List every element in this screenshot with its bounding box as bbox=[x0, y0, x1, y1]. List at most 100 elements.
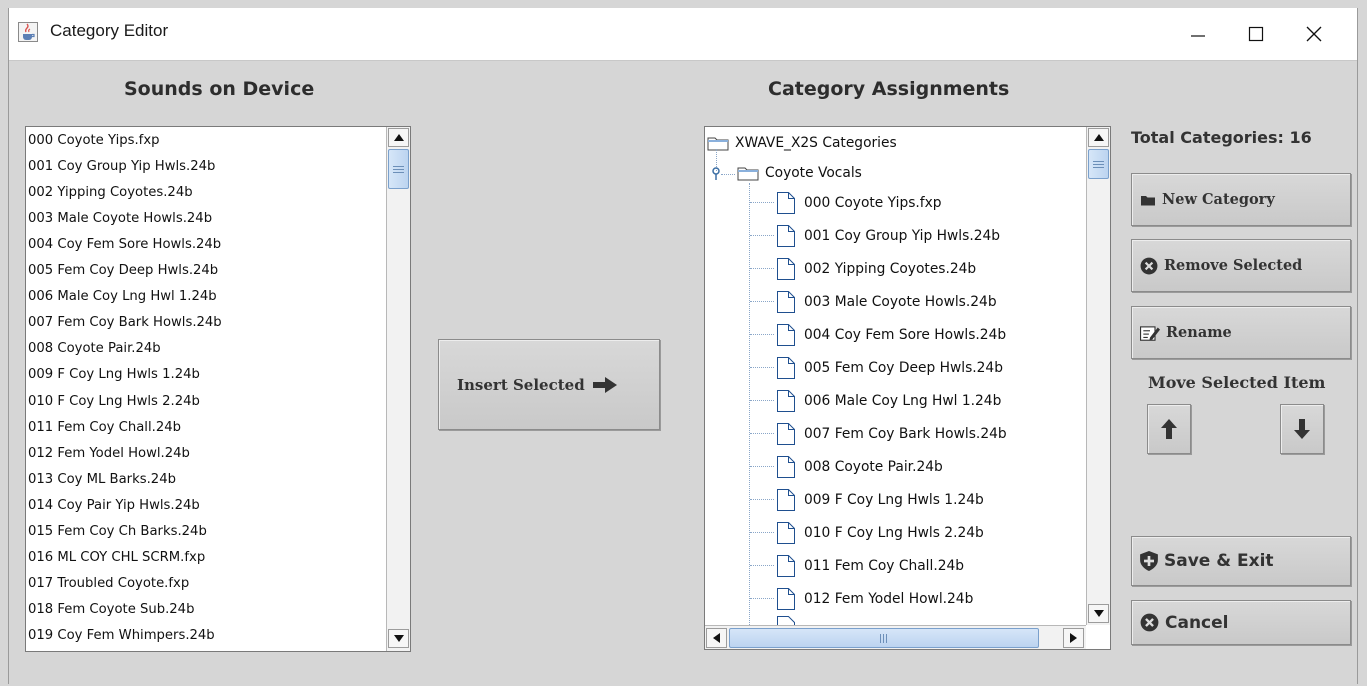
tree-vscrollbar[interactable] bbox=[1086, 127, 1110, 625]
tree-line bbox=[750, 367, 774, 369]
scroll-corner bbox=[1086, 625, 1110, 649]
tree-root-label: XWAVE_X2S Categories bbox=[735, 135, 897, 151]
tree-sound-label: 000 Coyote Yips.fxp bbox=[804, 195, 942, 211]
tree-category-node[interactable]: Coyote Vocals bbox=[737, 157, 862, 189]
category-tree[interactable]: XWAVE_X2S Categories Coyote Vocals 000 C… bbox=[704, 126, 1111, 650]
document-icon bbox=[777, 258, 795, 280]
rename-button[interactable]: Rename bbox=[1131, 306, 1351, 359]
tree-hscroll-thumb[interactable] bbox=[729, 628, 1039, 648]
sound-list-item[interactable]: 015 Fem Coy Ch Barks.24b bbox=[28, 519, 207, 545]
tree-root-node[interactable]: XWAVE_X2S Categories bbox=[707, 127, 897, 159]
maximize-icon bbox=[1248, 26, 1264, 42]
sound-list-item[interactable]: 000 Coyote Yips.fxp bbox=[28, 128, 160, 154]
new-category-button[interactable]: New Category bbox=[1131, 173, 1351, 226]
remove-selected-button[interactable]: Remove Selected bbox=[1131, 239, 1351, 292]
tree-sound-item[interactable]: 002 Yipping Coyotes.24b bbox=[777, 253, 976, 285]
assignments-heading: Category Assignments bbox=[768, 78, 1010, 100]
sound-list-item[interactable]: 013 Coy ML Barks.24b bbox=[28, 467, 176, 493]
save-exit-label: Save & Exit bbox=[1164, 551, 1274, 571]
tree-sound-item[interactable]: 007 Fem Coy Bark Howls.24b bbox=[777, 418, 1007, 450]
document-icon bbox=[777, 390, 795, 412]
tree-line bbox=[750, 334, 774, 336]
document-icon bbox=[777, 225, 795, 247]
tree-scroll-thumb[interactable] bbox=[1088, 149, 1109, 179]
tree-sound-item[interactable]: 005 Fem Coy Deep Hwls.24b bbox=[777, 352, 1003, 384]
document-icon bbox=[777, 522, 795, 544]
tree-sound-label: 009 F Coy Lng Hwls 1.24b bbox=[804, 492, 984, 508]
sound-list-item[interactable]: 006 Male Coy Lng Hwl 1.24b bbox=[28, 284, 217, 310]
sound-list-item[interactable]: 017 Troubled Coyote.fxp bbox=[28, 571, 189, 597]
sound-list-item[interactable]: 011 Fem Coy Chall.24b bbox=[28, 415, 181, 441]
minimize-button[interactable] bbox=[1168, 8, 1228, 60]
sounds-list[interactable]: 000 Coyote Yips.fxp 001 Coy Group Yip Hwl… bbox=[25, 126, 411, 652]
sounds-heading: Sounds on Device bbox=[124, 78, 315, 100]
tree-sound-label: 012 Fem Yodel Howl.24b bbox=[804, 591, 974, 607]
triangle-down-icon bbox=[1093, 610, 1104, 617]
insert-selected-label: Insert Selected bbox=[457, 375, 585, 394]
tree-sound-label: 010 F Coy Lng Hwls 2.24b bbox=[804, 525, 984, 541]
tree-hscrollbar[interactable] bbox=[705, 625, 1086, 649]
tree-sound-label: 008 Coyote Pair.24b bbox=[804, 459, 943, 475]
tree-sound-item[interactable]: 010 F Coy Lng Hwls 2.24b bbox=[777, 517, 984, 549]
folder-icon bbox=[737, 167, 759, 181]
tree-sound-item[interactable]: 000 Coyote Yips.fxp bbox=[777, 187, 942, 219]
tree-scroll-up-button[interactable] bbox=[1088, 128, 1109, 147]
move-down-button[interactable] bbox=[1280, 404, 1324, 454]
tree-scroll-down-button[interactable] bbox=[1088, 604, 1109, 623]
java-cup-icon bbox=[18, 22, 38, 42]
arrow-right-icon bbox=[592, 376, 617, 393]
tree-line bbox=[750, 268, 774, 270]
triangle-up-icon bbox=[393, 134, 404, 141]
document-icon bbox=[777, 291, 795, 313]
tree-sound-item[interactable]: 004 Coy Fem Sore Howls.24b bbox=[777, 319, 1006, 351]
sound-list-item[interactable]: 018 Fem Coyote Sub.24b bbox=[28, 597, 194, 623]
triangle-up-icon bbox=[1093, 134, 1104, 141]
sound-list-item[interactable]: 005 Fem Coy Deep Hwls.24b bbox=[28, 258, 218, 284]
sound-list-item[interactable]: 016 ML COY CHL SCRM.fxp bbox=[28, 545, 205, 571]
tree-sound-item[interactable]: 008 Coyote Pair.24b bbox=[777, 451, 943, 483]
cancel-button[interactable]: Cancel bbox=[1131, 600, 1351, 645]
tree-sound-item[interactable]: 001 Coy Group Yip Hwls.24b bbox=[777, 220, 1000, 252]
cancel-label: Cancel bbox=[1165, 612, 1229, 633]
sound-list-item[interactable]: 010 F Coy Lng Hwls 2.24b bbox=[28, 389, 200, 415]
maximize-button[interactable] bbox=[1226, 8, 1286, 60]
scroll-thumb[interactable] bbox=[388, 149, 409, 189]
tree-sound-item[interactable]: 006 Male Coy Lng Hwl 1.24b bbox=[777, 385, 1001, 417]
tree-scroll-right-button[interactable] bbox=[1063, 628, 1084, 648]
triangle-right-icon bbox=[1070, 633, 1077, 643]
sound-list-item[interactable]: 001 Coy Group Yip Hwls.24b bbox=[28, 154, 215, 180]
scroll-down-button[interactable] bbox=[388, 629, 409, 648]
document-icon bbox=[777, 555, 795, 577]
tree-scroll-left-button[interactable] bbox=[706, 628, 727, 648]
tree-sound-item[interactable]: 011 Fem Coy Chall.24b bbox=[777, 550, 964, 582]
sound-list-item[interactable]: 012 Fem Yodel Howl.24b bbox=[28, 441, 190, 467]
tree-sound-item[interactable]: 012 Fem Yodel Howl.24b bbox=[777, 583, 973, 615]
sound-list-item[interactable]: 002 Yipping Coyotes.24b bbox=[28, 180, 193, 206]
tree-sound-item[interactable]: 003 Male Coyote Howls.24b bbox=[777, 286, 997, 318]
shield-plus-icon bbox=[1140, 551, 1158, 571]
tree-line bbox=[750, 301, 774, 303]
close-button[interactable] bbox=[1284, 8, 1344, 60]
triangle-down-icon bbox=[393, 635, 404, 642]
rename-label: Rename bbox=[1166, 324, 1232, 341]
document-icon bbox=[777, 588, 795, 610]
sound-list-item[interactable]: 009 F Coy Lng Hwls 1.24b bbox=[28, 362, 200, 388]
move-up-button[interactable] bbox=[1147, 404, 1191, 454]
sound-list-item[interactable]: 008 Coyote Pair.24b bbox=[28, 336, 161, 362]
arrow-down-icon bbox=[1294, 419, 1310, 439]
sound-list-item[interactable]: 007 Fem Coy Bark Howls.24b bbox=[28, 310, 222, 336]
sound-list-item[interactable]: 019 Coy Fem Whimpers.24b bbox=[28, 623, 215, 649]
window-title: Category Editor bbox=[50, 21, 169, 40]
sound-list-item[interactable]: 004 Coy Fem Sore Howls.24b bbox=[28, 232, 221, 258]
scroll-up-button[interactable] bbox=[388, 128, 409, 147]
sound-list-item[interactable]: 014 Coy Pair Yip Hwls.24b bbox=[28, 493, 200, 519]
tree-sound-label: 004 Coy Fem Sore Howls.24b bbox=[804, 327, 1007, 343]
tree-sound-item[interactable]: 009 F Coy Lng Hwls 1.24b bbox=[777, 484, 984, 516]
document-icon bbox=[777, 456, 795, 478]
move-selected-label: Move Selected Item bbox=[1148, 373, 1326, 392]
save-exit-button[interactable]: Save & Exit bbox=[1131, 536, 1351, 586]
sounds-list-scrollbar[interactable] bbox=[386, 127, 410, 651]
title-bar: Category Editor bbox=[8, 8, 1358, 61]
sound-list-item[interactable]: 003 Male Coyote Howls.24b bbox=[28, 206, 212, 232]
insert-selected-button[interactable]: Insert Selected bbox=[438, 339, 660, 430]
